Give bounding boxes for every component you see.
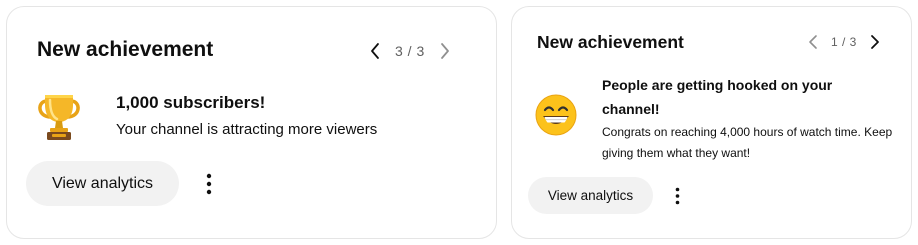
chevron-left-icon bbox=[809, 35, 817, 49]
page-indicator: 1 / 3 bbox=[831, 35, 857, 49]
achievement-card: New achievement 1 / 3 People are getting bbox=[511, 6, 912, 239]
view-analytics-button[interactable]: View analytics bbox=[528, 177, 653, 214]
next-button[interactable] bbox=[435, 39, 455, 63]
grinning-face-icon bbox=[534, 93, 578, 137]
pager: 3 / 3 bbox=[365, 38, 455, 64]
achievement-description: Your channel is attracting more viewers bbox=[116, 121, 378, 138]
chevron-left-icon bbox=[371, 43, 379, 59]
card-title: New achievement bbox=[537, 32, 684, 52]
previous-button[interactable] bbox=[365, 39, 385, 63]
page-indicator: 3 / 3 bbox=[395, 43, 425, 59]
more-options-button[interactable] bbox=[197, 171, 221, 197]
more-vert-icon bbox=[675, 187, 679, 205]
achievement-card: New achievement 3 / 3 1,000 subscribers!… bbox=[6, 6, 497, 239]
view-analytics-button[interactable]: View analytics bbox=[26, 161, 179, 206]
more-options-button[interactable] bbox=[667, 185, 687, 207]
pager: 1 / 3 bbox=[803, 31, 885, 53]
achievement-title: People are getting hooked on your channe… bbox=[602, 77, 833, 117]
chevron-right-icon bbox=[870, 35, 879, 49]
trophy-icon bbox=[37, 91, 81, 143]
more-vert-icon bbox=[206, 173, 212, 195]
card-title: New achievement bbox=[37, 38, 214, 61]
next-button[interactable] bbox=[865, 30, 885, 54]
previous-button[interactable] bbox=[803, 30, 823, 54]
achievement-description: Congrats on reaching 4,000 hours of watc… bbox=[602, 125, 893, 160]
chevron-right-icon bbox=[440, 43, 449, 59]
achievement-title: 1,000 subscribers! bbox=[116, 93, 266, 112]
